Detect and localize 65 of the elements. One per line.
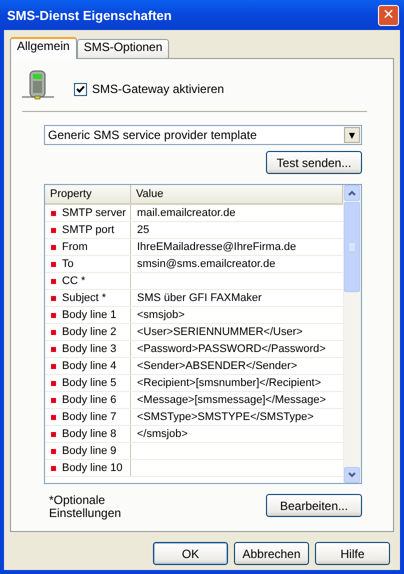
property-value[interactable]: <SMSType>SMSTYPE</SMSType> — [137, 411, 314, 423]
property-value[interactable]: <Password>PASSWORD</Password> — [137, 343, 326, 355]
property-name: Subject * — [62, 291, 106, 306]
property-value[interactable]: SMS über GFI FAXMaker — [137, 292, 262, 304]
property-name: CC * — [62, 274, 86, 289]
cancel-button[interactable]: Abbrechen — [234, 542, 309, 565]
bullet-icon — [51, 330, 56, 334]
footnote-text: *Optionale Einstellungen — [49, 494, 122, 520]
property-name: Body line 4 — [62, 359, 116, 374]
bullet-icon — [51, 346, 56, 352]
property-name: Body line 10 — [62, 461, 123, 476]
property-name: To — [62, 257, 74, 272]
bullet-icon — [51, 278, 56, 284]
template-dropdown[interactable]: Generic SMS service provider template ▼ — [44, 125, 362, 145]
property-name: Body line 2 — [62, 325, 116, 340]
bullet-icon — [51, 380, 56, 386]
bullet-icon — [51, 414, 56, 420]
property-name: From — [62, 240, 88, 255]
property-name: Body line 8 — [62, 427, 116, 442]
dropdown-button[interactable]: ▼ — [344, 127, 360, 143]
property-value[interactable]: <User>SERIENNUMMER</User> — [137, 326, 303, 338]
property-value[interactable]: <Message>[smsmessage]</Message> — [137, 394, 326, 406]
property-value[interactable]: </smsjob> — [137, 428, 188, 440]
property-name: Body line 7 — [62, 410, 116, 425]
property-name: SMTP server — [62, 206, 126, 221]
bullet-icon — [51, 262, 56, 266]
bullet-icon — [51, 364, 56, 368]
property-value[interactable]: <Sender>ABSENDER</Sender> — [137, 360, 298, 372]
checkbox-label[interactable]: SMS-Gateway aktivieren — [92, 82, 224, 96]
property-value[interactable]: <Recipient>[smsnumber]</Recipient> — [137, 377, 322, 389]
grip-icon — [348, 243, 356, 251]
bullet-icon — [51, 466, 56, 470]
property-name: Body line 1 — [62, 308, 116, 323]
bullet-icon — [51, 312, 56, 318]
checkmark-icon — [76, 84, 85, 94]
dropdown-value: Generic SMS service provider template — [48, 128, 257, 142]
bullet-icon — [51, 398, 56, 402]
property-value[interactable]: smsin@sms.emailcreator.de — [137, 258, 276, 270]
property-value[interactable]: 25 — [137, 224, 150, 236]
property-name: Body line 5 — [62, 376, 116, 391]
property-value[interactable]: mail.emailcreator.de — [137, 207, 236, 219]
bullet-icon — [51, 210, 56, 216]
property-value[interactable]: <smsjob> — [137, 309, 185, 321]
property-name: SMTP port — [62, 223, 114, 238]
bullet-icon — [51, 244, 56, 250]
bullet-icon — [51, 228, 56, 232]
window-title: SMS-Dienst Eigenschaften — [7, 8, 172, 22]
mobile-phone-icon — [22, 69, 54, 101]
close-button[interactable]: ✕ — [378, 4, 399, 26]
property-name: Body line 9 — [62, 444, 116, 459]
help-button[interactable]: Hilfe — [315, 542, 390, 565]
scrollbar[interactable] — [343, 185, 361, 483]
column-header[interactable]: Property — [45, 185, 131, 203]
ok-button[interactable]: OK — [153, 542, 228, 565]
checkbox[interactable] — [74, 82, 87, 96]
property-name: Body line 6 — [62, 393, 116, 408]
tab[interactable]: SMS-Optionen — [76, 39, 170, 58]
bullet-icon — [51, 296, 56, 300]
bullet-icon — [51, 432, 56, 436]
edit-button[interactable]: Bearbeiten... — [266, 494, 362, 517]
property-value[interactable]: IhreEMailadresse@IhreFirma.de — [137, 241, 296, 253]
bullet-icon — [51, 448, 56, 454]
test-send-button[interactable]: Test senden... — [266, 151, 362, 174]
property-name: Body line 3 — [62, 342, 116, 357]
tab[interactable]: Allgemein — [10, 37, 77, 59]
